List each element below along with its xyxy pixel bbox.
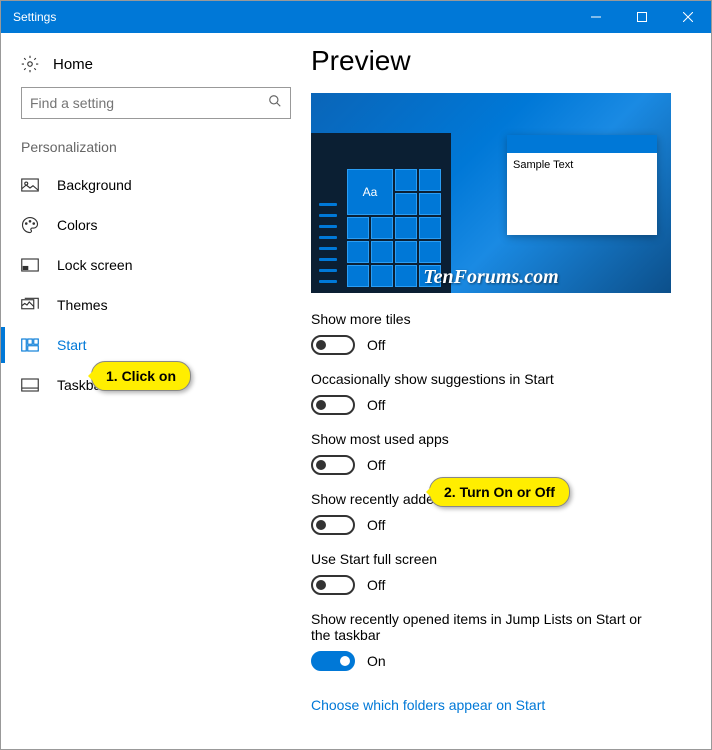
setting-label-fullscreen: Use Start full screen: [311, 551, 695, 567]
search-input[interactable]: [21, 87, 291, 119]
page-title: Preview: [311, 45, 695, 77]
picture-icon: [21, 176, 39, 194]
toggle-state: Off: [367, 577, 385, 593]
tile-aa: Aa: [347, 169, 393, 215]
toggle-suggestions[interactable]: [311, 395, 355, 415]
palette-icon: [21, 216, 39, 234]
themes-icon: [21, 296, 39, 314]
minimize-button[interactable]: [573, 1, 619, 33]
search-field[interactable]: [30, 95, 268, 111]
start-icon: [21, 336, 39, 354]
sidebar-item-lockscreen[interactable]: Lock screen: [1, 245, 311, 285]
sidebar-item-label: Lock screen: [57, 257, 132, 273]
lockscreen-icon: [21, 256, 39, 274]
sample-window: Sample Text: [507, 135, 657, 235]
titlebar: Settings: [1, 1, 711, 33]
sidebar-item-background[interactable]: Background: [1, 165, 311, 205]
callout-1: 1. Click on: [91, 361, 191, 391]
gear-icon: [21, 55, 39, 73]
toggle-recently-added[interactable]: [311, 515, 355, 535]
toggle-more-tiles[interactable]: [311, 335, 355, 355]
toggle-jumplists[interactable]: [311, 651, 355, 671]
setting-label-jumplists: Show recently opened items in Jump Lists…: [311, 611, 661, 643]
link-choose-folders[interactable]: Choose which folders appear on Start: [311, 697, 545, 713]
taskbar-icon: [21, 376, 39, 394]
sidebar-item-themes[interactable]: Themes: [1, 285, 311, 325]
sidebar-item-label: Start: [57, 337, 87, 353]
setting-label-most-used: Show most used apps: [311, 431, 695, 447]
setting-label-suggestions: Occasionally show suggestions in Start: [311, 371, 695, 387]
sidebar-item-label: Themes: [57, 297, 108, 313]
sidebar: Home Personalization Background Colors L…: [1, 33, 311, 749]
sidebar-item-start[interactable]: Start: [1, 325, 311, 365]
close-button[interactable]: [665, 1, 711, 33]
home-button[interactable]: Home: [1, 51, 311, 87]
toggle-state: Off: [367, 397, 385, 413]
preview-image: Aa Sample Text TenForums.com: [311, 93, 671, 293]
sidebar-item-label: Colors: [57, 217, 97, 233]
home-label: Home: [53, 56, 93, 73]
sidebar-item-colors[interactable]: Colors: [1, 205, 311, 245]
setting-label-tiles: Show more tiles: [311, 311, 695, 327]
sidebar-item-label: Background: [57, 177, 132, 193]
watermark: TenForums.com: [423, 266, 558, 289]
search-icon: [268, 94, 282, 113]
maximize-button[interactable]: [619, 1, 665, 33]
toggle-state: On: [367, 653, 386, 669]
window-title: Settings: [13, 10, 56, 24]
toggle-state: Off: [367, 457, 385, 473]
main-panel: Preview Aa Sample Text TenForums.com Sho…: [311, 33, 711, 749]
callout-2: 2. Turn On or Off: [429, 477, 570, 507]
toggle-state: Off: [367, 337, 385, 353]
category-label: Personalization: [1, 137, 311, 165]
toggle-most-used[interactable]: [311, 455, 355, 475]
toggle-state: Off: [367, 517, 385, 533]
toggle-fullscreen[interactable]: [311, 575, 355, 595]
